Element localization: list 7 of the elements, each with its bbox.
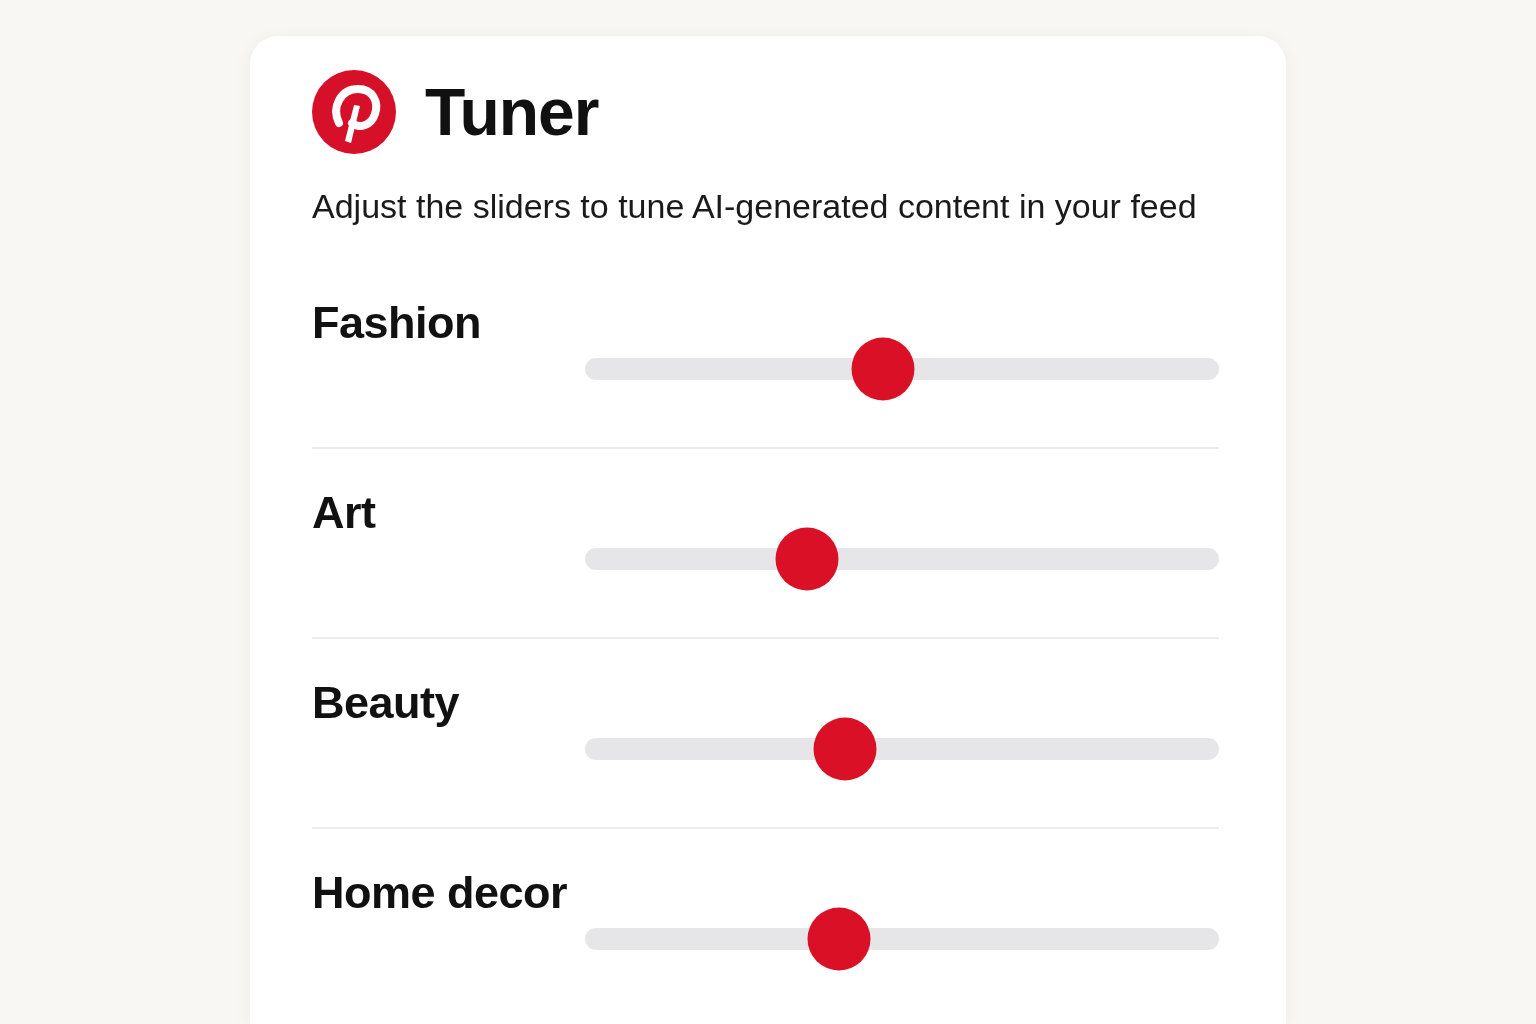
subtitle-text: Adjust the sliders to tune AI-generated content in your feed [312, 186, 1198, 227]
slider-label: Beauty [312, 675, 461, 730]
slider-label: Fashion [312, 295, 482, 350]
slider-label: Art [312, 485, 377, 540]
slider-label: Home decor [312, 865, 569, 920]
app-title: Tuner [425, 79, 599, 145]
logo-icon [312, 70, 396, 154]
